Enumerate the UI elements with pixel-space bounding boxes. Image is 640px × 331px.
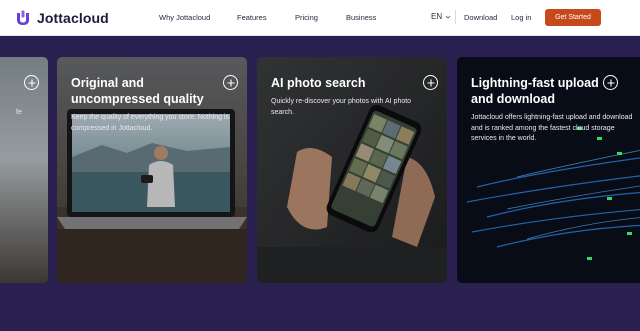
expand-card-icon[interactable] xyxy=(603,75,618,90)
brand-logo[interactable]: Jottacloud xyxy=(14,9,109,27)
brand-name: Jottacloud xyxy=(37,10,109,26)
card-image xyxy=(0,57,48,283)
language-label: EN xyxy=(431,12,443,21)
nav-why-jottacloud[interactable]: Why Jottacloud xyxy=(159,13,210,22)
nav-pricing[interactable]: Pricing xyxy=(295,13,318,22)
card-description: Jottacloud offers lightning-fast upload … xyxy=(471,114,633,142)
download-link[interactable]: Download xyxy=(464,13,497,22)
feature-card-fast-upload[interactable]: Lightning-fast upload and download Jotta… xyxy=(457,57,640,283)
expand-card-icon[interactable] xyxy=(223,75,238,90)
nav-business[interactable]: Business xyxy=(346,13,376,22)
login-link[interactable]: Log in xyxy=(511,13,531,22)
feature-card-original-quality[interactable]: Original and uncompressed quality Keep t… xyxy=(57,57,247,283)
card-title: AI photo search xyxy=(271,76,366,90)
card-title: Lightning-fast upload and download xyxy=(471,76,599,106)
plus-icon xyxy=(227,79,234,86)
expand-card-icon[interactable] xyxy=(423,75,438,90)
plus-icon xyxy=(427,79,434,86)
jottacloud-logo-icon xyxy=(17,10,29,25)
header-divider xyxy=(455,10,456,24)
feature-card-ai-photo-search[interactable]: AI photo search Quickly re-discover your… xyxy=(257,57,447,283)
top-navigation-bar: Jottacloud Why Jottacloud Features Prici… xyxy=(0,0,640,36)
nav-features[interactable]: Features xyxy=(237,13,267,22)
card-description: fe xyxy=(16,109,22,116)
feature-card-partial[interactable]: fe xyxy=(0,57,48,283)
plus-icon xyxy=(28,79,35,86)
card-description: Keep the quality of everything you store… xyxy=(71,114,229,132)
chevron-down-icon xyxy=(445,15,451,19)
get-started-button[interactable]: Get Started xyxy=(545,9,601,26)
language-selector[interactable]: EN xyxy=(431,12,451,21)
card-title: Original and uncompressed quality xyxy=(71,76,204,106)
expand-card-icon[interactable] xyxy=(24,75,39,90)
plus-icon xyxy=(607,79,614,86)
card-description: Quickly re-discover your photos with AI … xyxy=(271,98,412,116)
